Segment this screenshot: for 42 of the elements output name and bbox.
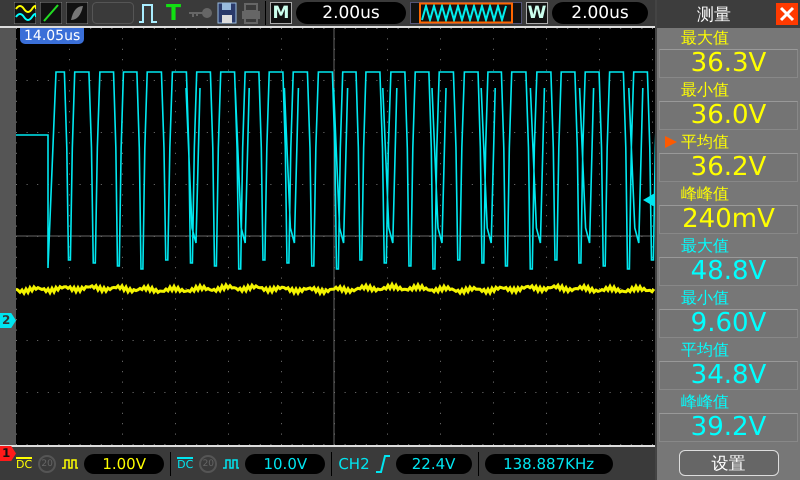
measurement-label[interactable]: 最大值 — [681, 28, 729, 48]
main-time-label: M — [270, 2, 292, 24]
trigger-level-readout: 22.4V — [396, 454, 472, 474]
time-base-readout: 2.00us — [296, 2, 406, 24]
measurement-value: 39.2V — [659, 413, 798, 442]
waveform-overview-drawing[interactable] — [410, 2, 522, 24]
channel-scale-readout: 1.00V — [84, 454, 164, 474]
measurement-label[interactable]: 最小值 — [681, 288, 729, 308]
rising-edge-icon — [376, 454, 390, 472]
measurement-value: 48.8V — [659, 257, 798, 286]
square-wave-icon — [62, 458, 78, 470]
window-time-label: W — [526, 2, 548, 24]
trigger-source-label: CH2 — [338, 454, 370, 472]
pulse-icon[interactable] — [138, 2, 158, 24]
diagonal-line-icon[interactable] — [40, 2, 62, 24]
trigger-position-tag[interactable]: 14.05us — [20, 28, 84, 44]
measurement-value: 36.3V — [659, 49, 798, 78]
measurement-value: 36.2V — [659, 153, 798, 182]
settings-button[interactable]: 设置 — [678, 450, 778, 476]
frequency-readout: 138.887KHz — [484, 454, 613, 474]
channel-scale-readout: 10.0V — [245, 454, 326, 474]
measurement-label[interactable]: 峰峰值 — [681, 392, 729, 412]
channels-wave-icon[interactable] — [14, 2, 36, 24]
coupling-label: DC — [177, 457, 194, 470]
measurement-value: 34.8V — [659, 361, 798, 390]
measurement-value: 9.60V — [659, 309, 798, 338]
square-wave-icon — [223, 458, 240, 470]
close-button[interactable] — [776, 3, 798, 25]
measurement-label[interactable]: 峰峰值 — [681, 184, 729, 204]
persistence-icon[interactable] — [66, 2, 88, 24]
measurement-label[interactable]: 平均值 — [681, 132, 729, 152]
window-time-readout: 2.00us — [552, 2, 648, 24]
measurement-value: 240mV — [659, 205, 798, 234]
measurement-label[interactable]: 最小值 — [681, 80, 729, 100]
panel-title: 测量 — [697, 4, 731, 26]
measurement-label[interactable]: 最大值 — [681, 236, 729, 256]
coupling-label: DC — [16, 457, 32, 470]
channel-marker[interactable]: 2 — [0, 313, 16, 328]
measurement-value: 36.0V — [659, 101, 798, 130]
measurement-label[interactable]: 平均值 — [681, 340, 729, 360]
trigger-mode-label[interactable]: T — [166, 0, 182, 26]
empty-slot-icon — [92, 2, 134, 24]
